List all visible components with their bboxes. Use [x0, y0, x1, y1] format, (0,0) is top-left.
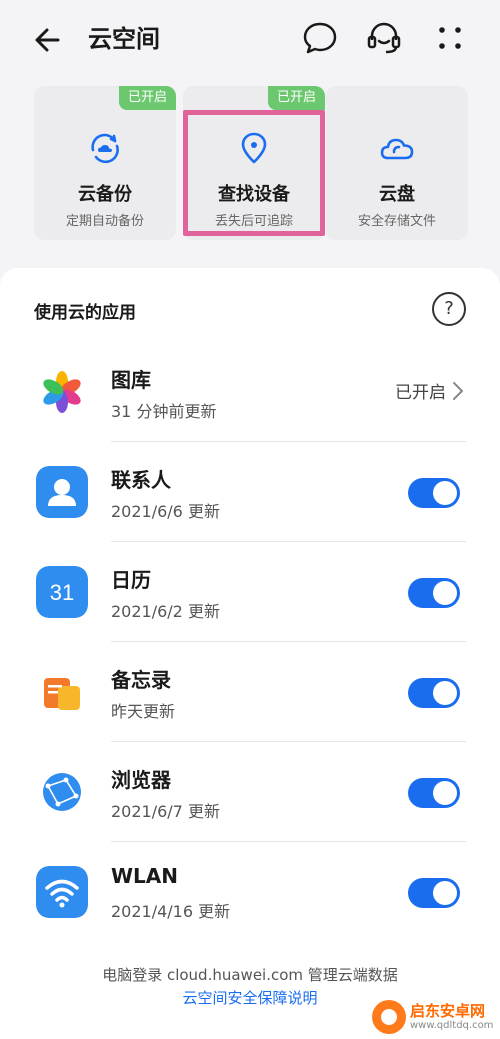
app-name: WLAN	[111, 864, 179, 888]
app-row-wlan[interactable]: WLAN 2021/4/16 更新	[0, 842, 500, 942]
cloud-backup-icon	[91, 133, 119, 164]
notes-app-icon	[36, 666, 88, 718]
find-device-card[interactable]: 已开启 查找设备 丢失后可追踪	[183, 86, 325, 240]
browser-sync-toggle[interactable]	[408, 778, 460, 808]
status-badge: 已开启	[118, 86, 176, 110]
app-row-browser[interactable]: 浏览器 2021/6/7 更新	[0, 742, 500, 842]
section-title: 使用云的应用	[34, 303, 136, 323]
customer-service-icon[interactable]	[364, 18, 404, 58]
app-update-time: 31 分钟前更新	[111, 402, 217, 421]
app-name: 日历	[111, 568, 151, 592]
wlan-sync-toggle[interactable]	[408, 878, 460, 908]
card-title: 云备份	[78, 184, 132, 205]
watermark-url: www.qdltdq.com	[410, 1020, 494, 1031]
watermark-logo-icon	[372, 1000, 406, 1034]
app-row-calendar[interactable]: 31 日历 2021/6/2 更新	[0, 542, 500, 642]
app-name: 备忘录	[111, 668, 171, 692]
app-row-contacts[interactable]: 联系人 2021/6/6 更新	[0, 442, 500, 542]
watermark: 启东安卓网 www.qdltdq.com	[372, 998, 500, 1038]
card-title: 查找设备	[218, 184, 290, 205]
card-title: 云盘	[379, 184, 415, 205]
app-name: 浏览器	[111, 768, 171, 792]
calendar-icon-number: 31	[50, 580, 74, 605]
cloud-drive-icon	[380, 138, 414, 160]
browser-app-icon	[36, 766, 88, 818]
app-row-notes[interactable]: 备忘录 昨天更新	[0, 642, 500, 742]
message-icon[interactable]	[300, 18, 340, 58]
back-arrow-icon[interactable]	[30, 20, 70, 60]
cloud-drive-card[interactable]: 云盘 安全存储文件	[326, 86, 468, 240]
app-update-time: 2021/6/6 更新	[111, 502, 220, 521]
help-icon[interactable]: ?	[432, 292, 466, 326]
calendar-sync-toggle[interactable]	[408, 578, 460, 608]
app-update-time: 2021/4/16 更新	[111, 902, 231, 921]
contacts-sync-toggle[interactable]	[408, 478, 460, 508]
gallery-app-icon	[36, 366, 88, 418]
cloud-apps-panel: 使用云的应用 ? 图库 31 分钟前更新 已开启 联系人 2021/6/6 更新…	[0, 268, 500, 1039]
app-update-time: 2021/6/7 更新	[111, 802, 220, 821]
card-subtitle: 丢失后可追踪	[214, 214, 293, 229]
status-badge: 已开启	[267, 86, 325, 110]
location-pin-icon	[241, 132, 267, 164]
more-options-icon[interactable]	[430, 18, 470, 58]
footer-info-text: 电脑登录 cloud.huawei.com 管理云端数据	[102, 966, 398, 984]
chevron-right-icon	[453, 381, 463, 400]
card-subtitle: 安全存储文件	[357, 214, 436, 229]
app-name: 图库	[111, 368, 151, 392]
calendar-app-icon: 31	[36, 566, 88, 618]
watermark-name: 启东安卓网	[410, 1002, 486, 1020]
status-text: 已开启	[395, 383, 446, 403]
card-subtitle: 定期自动备份	[65, 214, 144, 229]
app-row-gallery[interactable]: 图库 31 分钟前更新 已开启	[0, 342, 500, 442]
app-update-time: 昨天更新	[111, 702, 176, 721]
notes-sync-toggle[interactable]	[408, 678, 460, 708]
contacts-app-icon	[36, 466, 88, 518]
feature-cards: 已开启 云备份 定期自动备份 已开启 查找设备 丢失后可追踪 云盘 安全存储文件	[0, 80, 500, 262]
app-update-time: 2021/6/2 更新	[111, 602, 220, 621]
app-header: 云空间	[0, 0, 500, 78]
wlan-app-icon	[36, 866, 88, 918]
cloud-backup-card[interactable]: 已开启 云备份 定期自动备份	[34, 86, 176, 240]
page-title: 云空间	[88, 25, 160, 53]
gallery-status[interactable]: 已开启	[395, 378, 464, 403]
app-name: 联系人	[111, 468, 171, 492]
